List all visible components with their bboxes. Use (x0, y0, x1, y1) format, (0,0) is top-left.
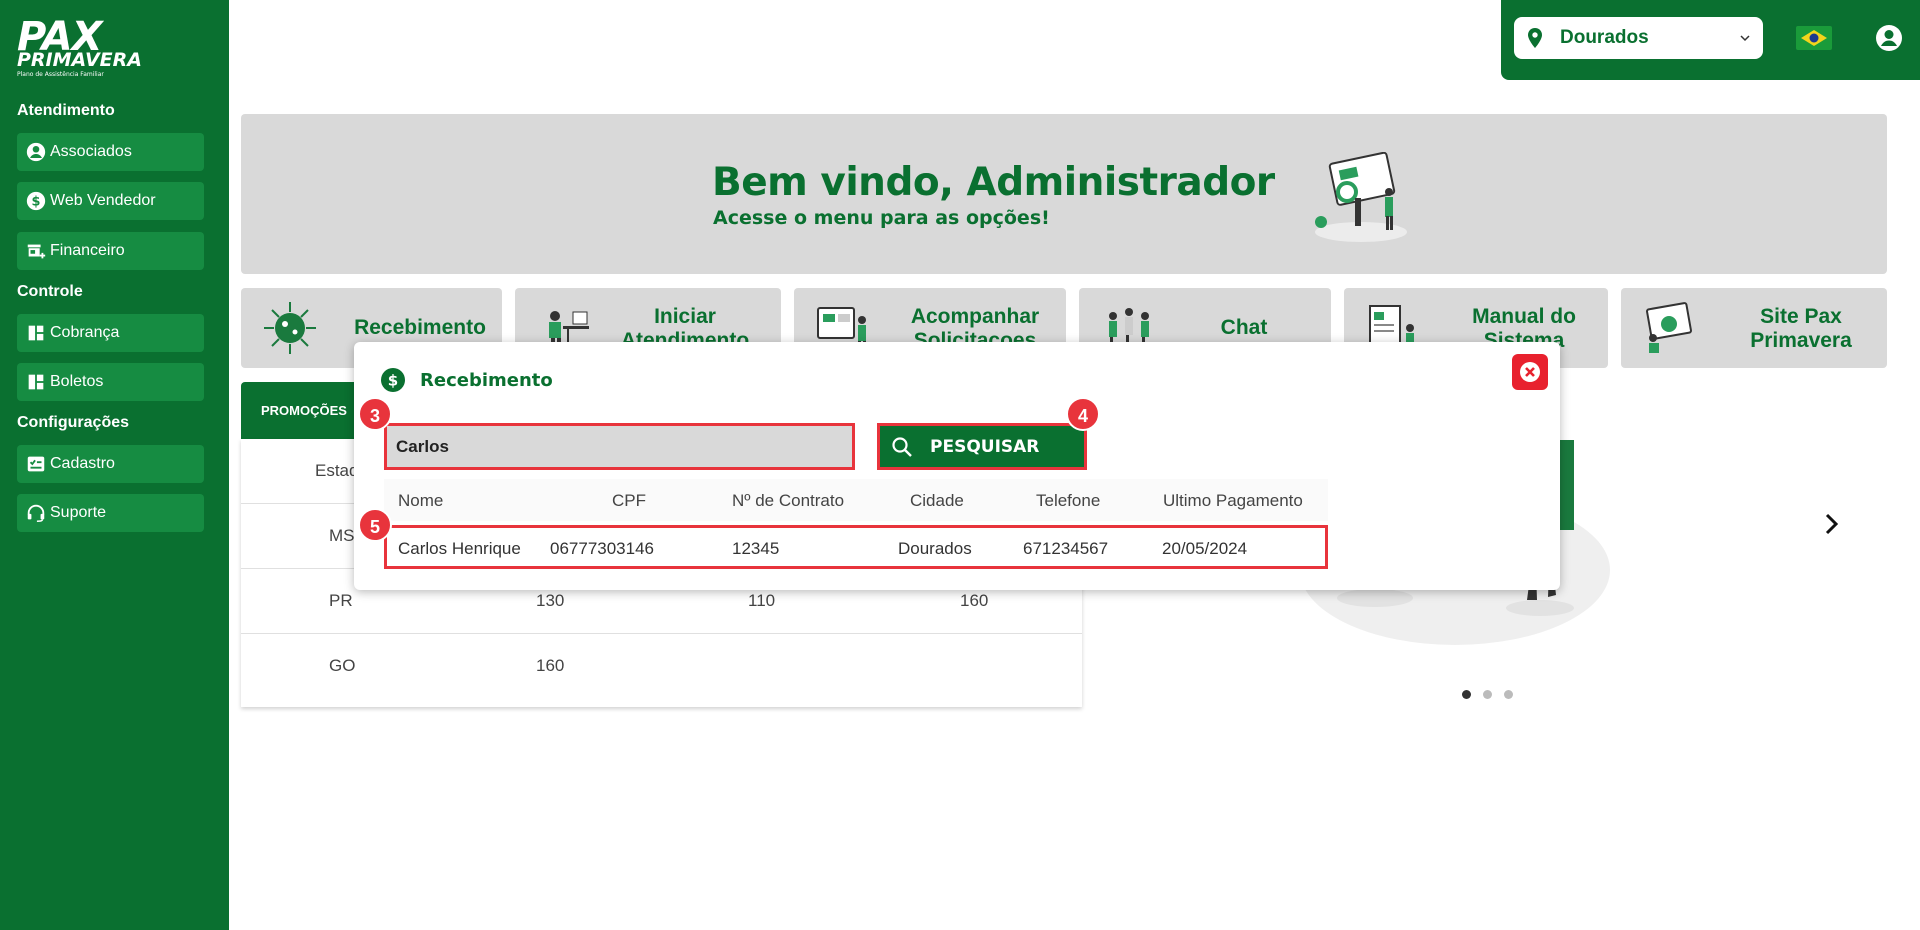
logo-tagline: Plano de Assistência Familiar (17, 71, 104, 78)
table-cell: 160 (960, 591, 989, 610)
user-circle-icon (26, 142, 46, 162)
table-cell: 671234567 (1023, 539, 1109, 558)
table-row: GO 160 (241, 634, 1082, 699)
banner-title: Bem vindo, Administrador (712, 160, 1275, 205)
table-header-cell: Estad (315, 461, 359, 480)
annotation-badge: 4 (1066, 397, 1100, 431)
dashboard-illustration (1315, 152, 1407, 242)
search-button-label: PESQUISAR (930, 436, 1040, 457)
search-button[interactable]: PESQUISAR (877, 423, 1087, 470)
chevron-down-icon (1740, 35, 1750, 42)
card-label: Iniciar Atendimento (620, 305, 750, 347)
search-input[interactable]: Carlos (384, 423, 855, 470)
headset-icon (27, 504, 45, 522)
sidebar-item-label: Suporte (50, 504, 107, 521)
layout-icon (28, 325, 44, 341)
sidebar-item-suporte[interactable]: Suporte (17, 494, 204, 532)
sidebar-item-label: Cobrança (50, 324, 120, 341)
section-title-controle: Controle (17, 283, 83, 300)
table-cell: PR (329, 591, 353, 610)
card-label: Site Pax Primavera (1750, 305, 1852, 352)
logo-sub: PRIMAVERA (17, 49, 142, 71)
logo: PAX PRIMAVERA Plano de Assistência Famil… (17, 17, 142, 79)
brazil-flag-icon[interactable] (1796, 26, 1832, 50)
column-header: Cidade (910, 491, 964, 510)
city-select[interactable]: Dourados (1514, 17, 1763, 59)
sidebar-item-label: Cadastro (50, 455, 115, 472)
store-plus-icon (27, 244, 46, 259)
table-cell: 130 (536, 591, 565, 610)
carousel-dot[interactable] (1462, 690, 1471, 699)
sidebar-item-web-vendedor[interactable]: $ Web Vendedor (17, 182, 204, 220)
sidebar-item-label: Associados (50, 143, 132, 160)
location-pin-icon (1528, 28, 1542, 48)
column-header: Telefone (1036, 491, 1101, 510)
virus-illustration (264, 302, 316, 354)
sidebar-item-label: Financeiro (50, 242, 125, 259)
section-title-configuracoes: Configurações (17, 414, 130, 431)
close-icon (1520, 362, 1540, 382)
form-icon (27, 456, 45, 472)
table-cell: Dourados (898, 539, 972, 558)
annotation-badge: 3 (358, 397, 392, 431)
search-input-value: Carlos (396, 436, 449, 456)
sidebar-item-cadastro[interactable]: Cadastro (17, 445, 204, 483)
carousel-dots (1462, 690, 1513, 699)
sidebar-item-label: Web Vendedor (50, 192, 156, 209)
sidebar: PAX PRIMAVERA Plano de Assistência Famil… (0, 0, 229, 930)
search-icon (892, 436, 912, 457)
card-label: Manual do Sistema (1472, 305, 1576, 347)
banner-subtitle: Acesse o menu para as opções! (713, 207, 1050, 229)
sidebar-item-boletos[interactable]: Boletos (17, 363, 204, 401)
svg-text:$: $ (32, 195, 41, 210)
svg-text:$: $ (388, 372, 398, 390)
sidebar-item-label: Boletos (50, 373, 104, 390)
website-illustration (1646, 302, 1692, 353)
carousel-next-icon[interactable] (1820, 510, 1844, 538)
table-cell: 12345 (732, 539, 780, 558)
top-bar: Dourados (1501, 0, 1920, 80)
table-cell: GO (329, 656, 356, 675)
modal-title: Recebimento (420, 370, 553, 391)
column-header: Ultimo Pagamento (1163, 491, 1303, 510)
column-header: Nome (398, 491, 444, 510)
close-button[interactable] (1512, 354, 1548, 390)
table-cell: 110 (748, 591, 776, 610)
table-cell: 20/05/2024 (1162, 539, 1248, 558)
results-row[interactable]: Carlos Henrique 06777303146 12345 Dourad… (384, 525, 1328, 569)
city-select-value: Dourados (1560, 27, 1649, 48)
dollar-circle-icon: $ (26, 191, 46, 211)
carousel-dot[interactable] (1504, 690, 1513, 699)
user-account-icon[interactable] (1875, 24, 1903, 52)
sidebar-item-associados[interactable]: Associados (17, 133, 204, 171)
table-cell: 06777303146 (550, 539, 655, 558)
tab-promocoes[interactable]: PROMOÇÕES (241, 382, 361, 439)
carousel-dot[interactable] (1483, 690, 1492, 699)
dollar-circle-icon: $ (381, 368, 405, 392)
card-label: Chat (1220, 316, 1268, 339)
annotation-badge: 5 (358, 508, 392, 542)
sidebar-item-cobranca[interactable]: Cobrança (17, 314, 204, 352)
table-cell: 160 (536, 656, 565, 675)
section-title-atendimento: Atendimento (17, 102, 115, 119)
card-label: Acompanhar Solicitacoes (910, 305, 1040, 347)
card-label: Recebimento (354, 316, 486, 339)
column-header: CPF (612, 491, 646, 510)
results-header-row: Nome CPF Nº de Contrato Cidade Telefone … (384, 479, 1328, 521)
sidebar-item-financeiro[interactable]: Financeiro (17, 232, 204, 270)
table-cell: MS (329, 526, 355, 545)
recebimento-modal: $ Recebimento Carlos PESQUISAR Nome CPF … (354, 342, 1560, 590)
column-header: Nº de Contrato (732, 491, 845, 510)
welcome-banner: Bem vindo, Administrador Acesse o menu p… (241, 114, 1887, 274)
card-site-pax-primavera[interactable]: Site Pax Primavera (1621, 288, 1887, 368)
layout-icon (28, 374, 44, 390)
table-cell: Carlos Henrique (398, 539, 521, 558)
